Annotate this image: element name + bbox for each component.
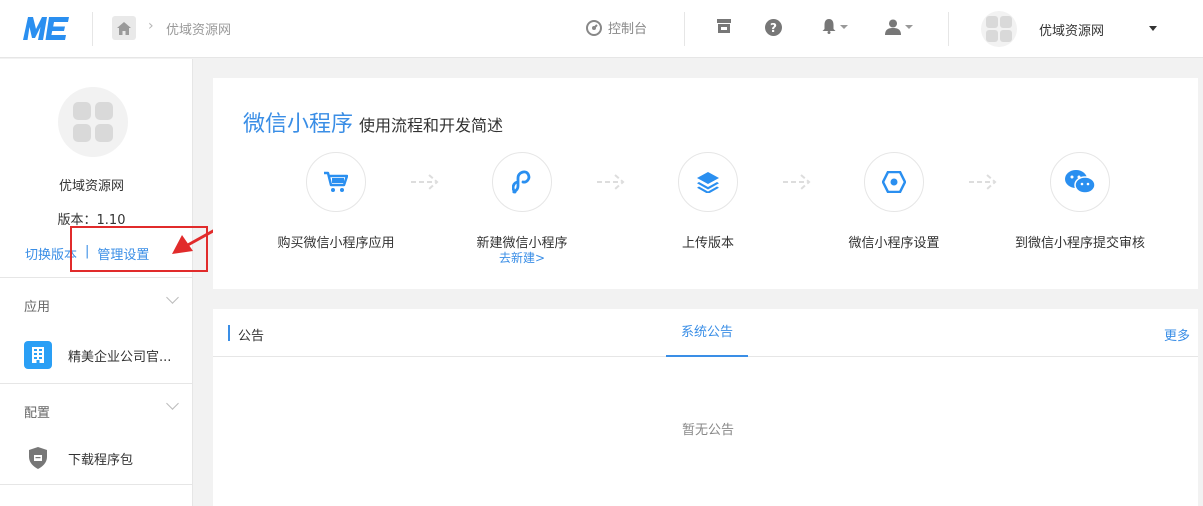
chevron-down-icon[interactable]: [166, 291, 179, 304]
step-upload[interactable]: 上传版本: [628, 152, 788, 251]
chevron-down-icon[interactable]: [1149, 26, 1157, 31]
console-label: 控制台: [608, 22, 648, 37]
tab-system-notice[interactable]: 系统公告: [666, 309, 748, 357]
step-label: 到微信小程序提交审核: [1014, 236, 1145, 251]
home-icon[interactable]: [112, 16, 136, 40]
sidebar-item-label: 精美企业公司官...: [68, 349, 172, 365]
step-settings[interactable]: 微信小程序设置: [814, 152, 974, 251]
divider: [0, 484, 192, 485]
notification-bell-icon[interactable]: [822, 19, 848, 34]
header-divider: [92, 12, 93, 46]
empty-message: 暂无公告: [681, 423, 734, 438]
arrow-right-icon: [411, 174, 439, 190]
notice-header: 公告 系统公告 更多: [213, 309, 1198, 357]
divider: [0, 277, 192, 278]
section-title-apps[interactable]: 应用: [24, 296, 50, 315]
flow-card: 微信小程序 使用流程和开发简述 购买微信小程序应用 新建微信小程序 去新建> 上…: [213, 78, 1198, 289]
shield-icon: [24, 447, 52, 469]
page-title: 微信小程序 使用流程和开发简述: [243, 106, 503, 138]
step-label: 微信小程序设置: [848, 236, 940, 251]
top-bar: › 优域资源网 控制台 ? 优域资源网: [0, 0, 1203, 58]
breadcrumb[interactable]: 优域资源网: [166, 19, 231, 38]
title-main: 微信小程序: [243, 112, 354, 137]
console-link[interactable]: 控制台: [586, 18, 647, 37]
section-title-config[interactable]: 配置: [24, 402, 50, 421]
app-avatar: [58, 87, 128, 157]
avatar[interactable]: [981, 11, 1017, 47]
create-new-link[interactable]: 去新建>: [442, 251, 602, 265]
sidebar: 优域资源网 版本：1.10 切换版本 | 管理设置 应用 精美企业公司官... …: [0, 59, 193, 506]
step-label: 上传版本: [681, 236, 734, 251]
chevron-down-icon: [840, 24, 848, 29]
divider: [0, 383, 192, 384]
title-accent-bar: [228, 325, 230, 341]
svg-text:?: ?: [770, 21, 777, 35]
cart-icon: [306, 152, 366, 212]
header-divider: [684, 12, 685, 46]
step-submit[interactable]: 到微信小程序提交审核: [1000, 152, 1160, 251]
user-name[interactable]: 优域资源网: [1039, 20, 1104, 39]
header-divider: [948, 12, 949, 46]
sidebar-item-app[interactable]: 精美企业公司官...: [24, 341, 171, 369]
sidebar-item-label: 下载程序包: [68, 452, 134, 468]
more-link[interactable]: 更多: [1164, 325, 1190, 344]
step-buy[interactable]: 购买微信小程序应用: [256, 152, 416, 251]
chevron-right-icon: ›: [148, 18, 154, 34]
logo[interactable]: [22, 14, 72, 42]
store-icon[interactable]: [716, 19, 732, 33]
layers-icon: [678, 152, 738, 212]
hexagon-icon: [864, 152, 924, 212]
building-app-icon: [24, 341, 52, 369]
step-create[interactable]: 新建微信小程序 去新建>: [442, 152, 602, 265]
sidebar-item-download[interactable]: 下载程序包: [24, 447, 133, 469]
user-menu-icon[interactable]: [885, 19, 913, 35]
help-icon[interactable]: ?: [765, 19, 782, 36]
arrow-right-icon: [969, 174, 997, 190]
notice-title: 公告: [238, 329, 265, 344]
chevron-down-icon: [905, 25, 913, 29]
app-name: 优域资源网: [58, 179, 124, 194]
link-icon: [492, 152, 552, 212]
chevron-down-icon[interactable]: [166, 397, 179, 410]
wechat-icon: [1050, 152, 1110, 212]
notice-card: 公告 系统公告 更多 暂无公告: [213, 309, 1198, 506]
arrow-right-icon: [597, 174, 625, 190]
step-label: 购买微信小程序应用: [277, 236, 395, 251]
arrow-right-icon: [783, 174, 811, 190]
title-sub: 使用流程和开发简述: [359, 116, 504, 135]
dashboard-icon: [586, 19, 602, 36]
step-label: 新建微信小程序: [476, 236, 568, 251]
